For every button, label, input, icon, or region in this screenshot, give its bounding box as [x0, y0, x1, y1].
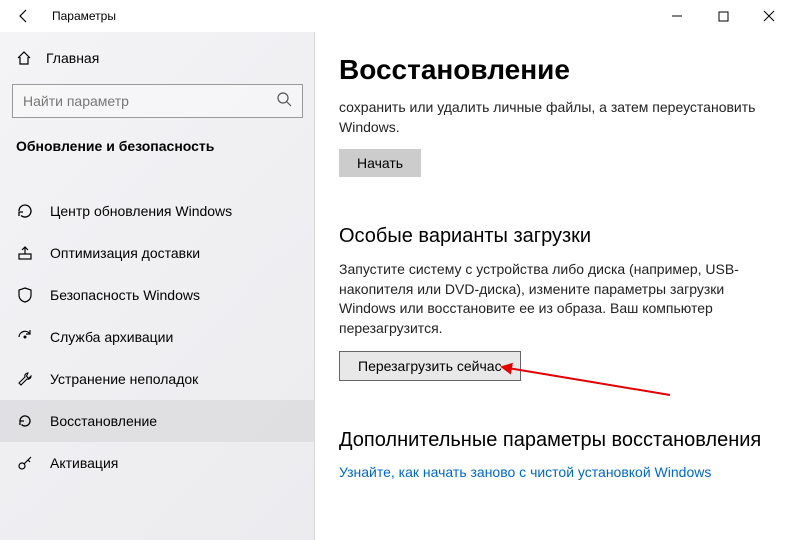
- minimize-button[interactable]: [654, 0, 700, 32]
- home-nav[interactable]: Главная: [0, 42, 315, 74]
- reset-description: сохранить или удалить личные файлы, а за…: [339, 98, 768, 137]
- sidebar-item-delivery-optimization[interactable]: Оптимизация доставки: [0, 232, 315, 274]
- key-icon: [16, 454, 34, 472]
- category-header: Обновление и безопасность: [0, 132, 315, 164]
- update-icon: [16, 202, 34, 220]
- sidebar-item-label: Оптимизация доставки: [50, 245, 200, 261]
- backup-icon: [16, 328, 34, 346]
- sidebar: Главная Обновление и безопасность Центр …: [0, 32, 315, 540]
- search-input[interactable]: [23, 93, 238, 109]
- shield-icon: [16, 286, 34, 304]
- home-label: Главная: [46, 50, 99, 66]
- sidebar-item-label: Служба архивации: [50, 329, 173, 345]
- sidebar-item-label: Устранение неполадок: [50, 371, 198, 387]
- nav-list: Центр обновления Windows Оптимизация дос…: [0, 190, 315, 484]
- recovery-icon: [16, 412, 34, 430]
- advanced-startup-description: Запустите систему с устройства либо диск…: [339, 260, 768, 338]
- search-box[interactable]: [12, 84, 303, 118]
- sidebar-item-label: Активация: [50, 455, 118, 471]
- back-button[interactable]: [8, 0, 40, 32]
- window-controls: [654, 0, 792, 32]
- sidebar-item-backup[interactable]: Служба архивации: [0, 316, 315, 358]
- delivery-icon: [16, 244, 34, 262]
- sidebar-item-label: Восстановление: [50, 413, 157, 429]
- sidebar-item-activation[interactable]: Активация: [0, 442, 315, 484]
- sidebar-item-label: Центр обновления Windows: [50, 203, 232, 219]
- search-icon: [276, 91, 292, 112]
- window-title: Параметры: [52, 9, 116, 23]
- sidebar-item-windows-security[interactable]: Безопасность Windows: [0, 274, 315, 316]
- more-recovery-heading: Дополнительные параметры восстановления: [339, 429, 768, 452]
- close-button[interactable]: [746, 0, 792, 32]
- page-heading: Восстановление: [339, 54, 768, 86]
- home-icon: [16, 50, 32, 66]
- sidebar-item-label: Безопасность Windows: [50, 287, 200, 303]
- maximize-button[interactable]: [700, 0, 746, 32]
- advanced-startup-heading: Особые варианты загрузки: [339, 225, 768, 248]
- sidebar-item-troubleshoot[interactable]: Устранение неполадок: [0, 358, 315, 400]
- reset-button[interactable]: Начать: [339, 149, 421, 177]
- sidebar-item-windows-update[interactable]: Центр обновления Windows: [0, 190, 315, 232]
- restart-now-button[interactable]: Перезагрузить сейчас: [339, 351, 521, 381]
- content-pane: Восстановление сохранить или удалить лич…: [315, 32, 792, 540]
- wrench-icon: [16, 370, 34, 388]
- titlebar: Параметры: [0, 0, 792, 32]
- sidebar-item-recovery[interactable]: Восстановление: [0, 400, 315, 442]
- fresh-start-link[interactable]: Узнайте, как начать заново с чистой уста…: [339, 464, 711, 480]
